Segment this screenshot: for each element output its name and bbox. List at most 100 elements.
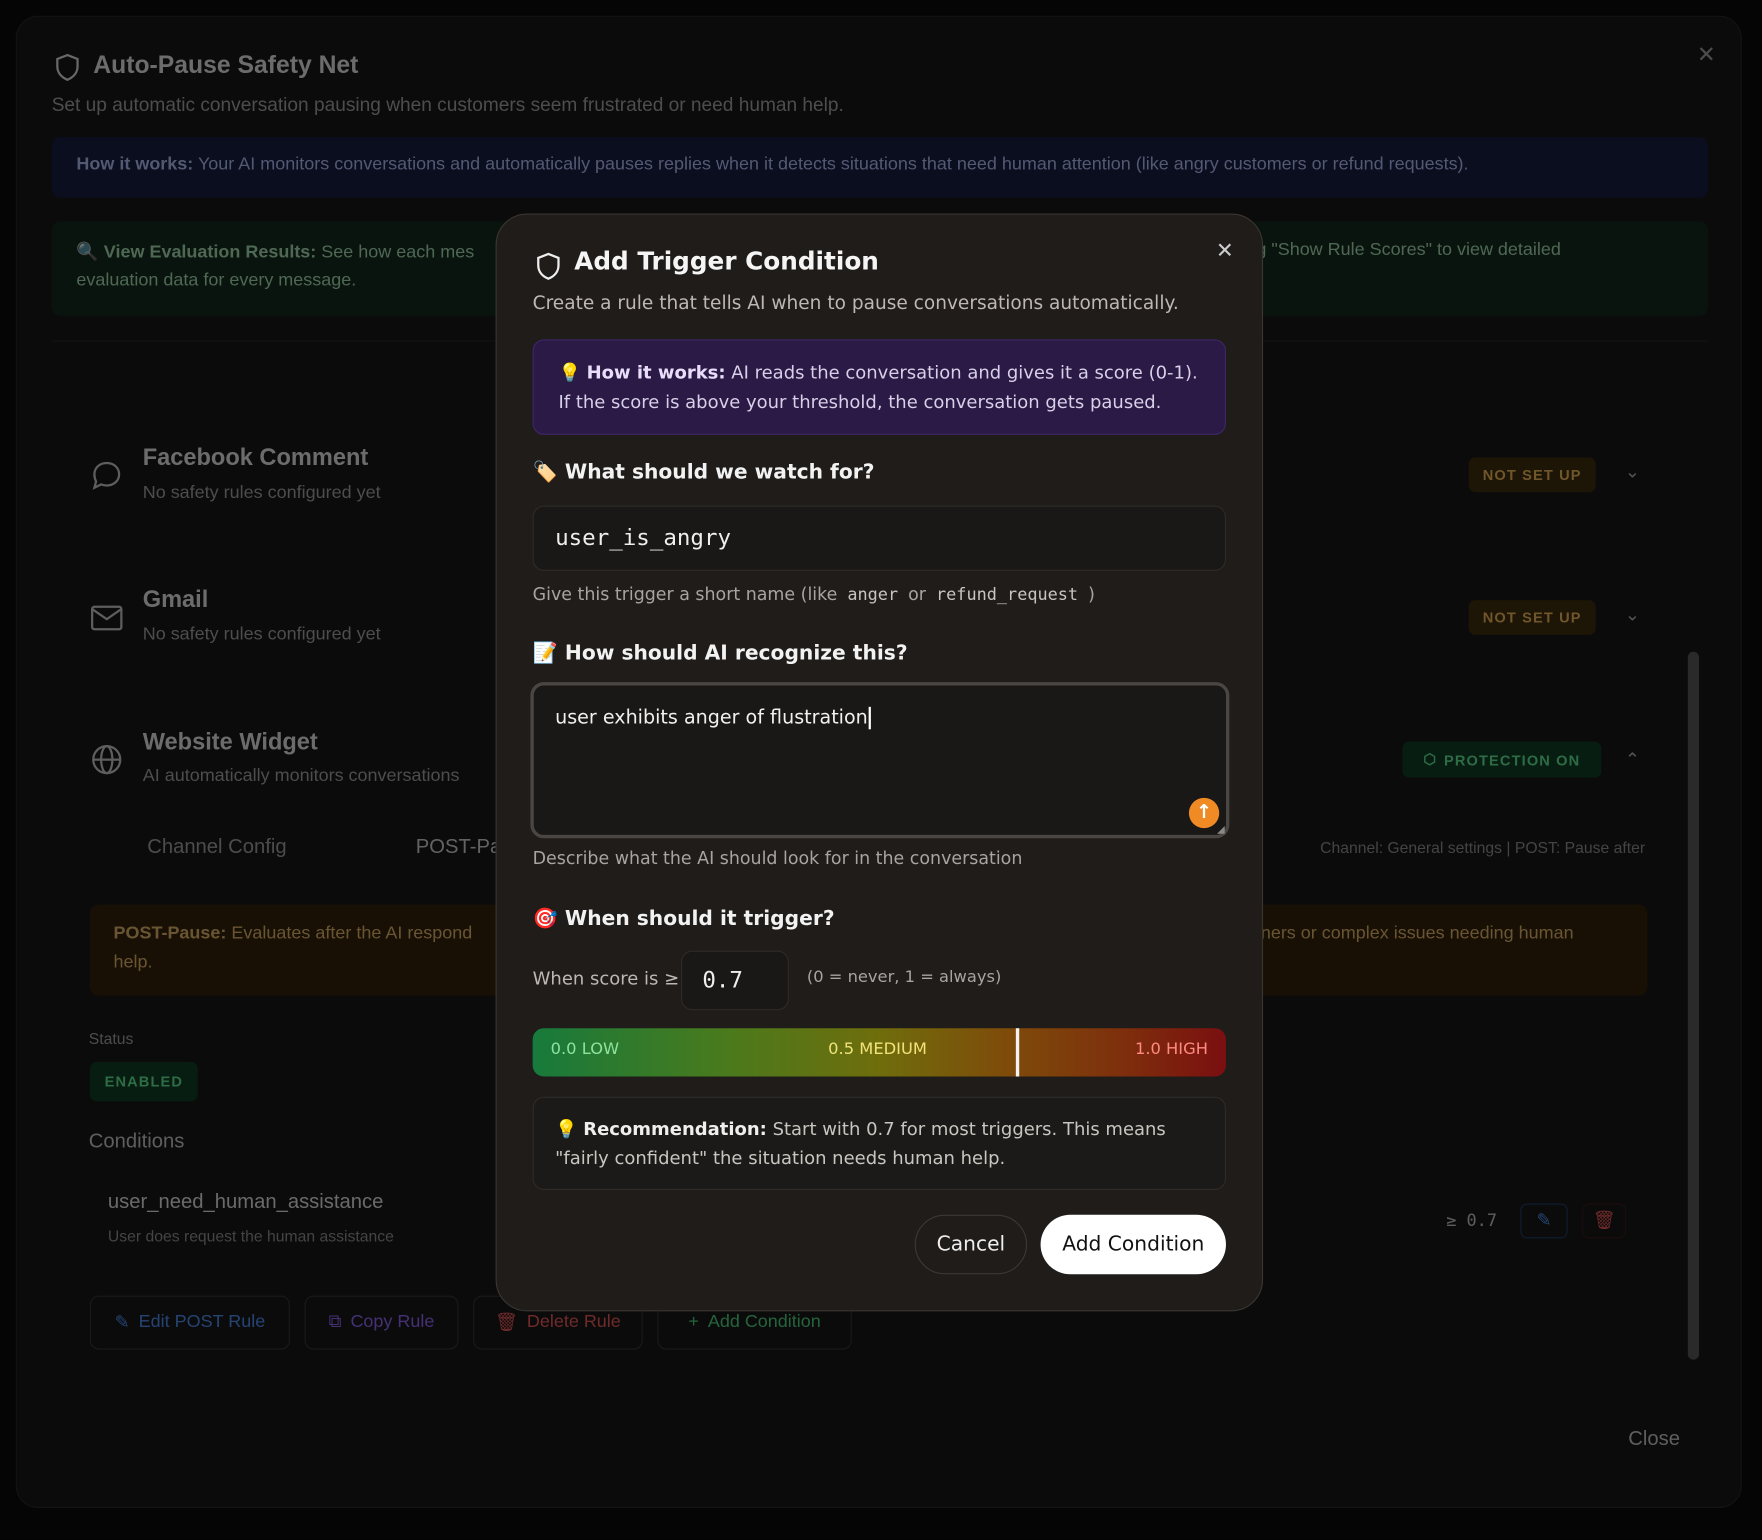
scale-mid-label: 0.5 MEDIUM [828, 1041, 927, 1059]
description-text: user exhibits anger of flustration [555, 707, 868, 729]
enabled-badge: ENABLED [90, 1062, 198, 1101]
status-badge: NOT SET UP [1469, 600, 1596, 635]
tag-icon: 🏷️ [533, 461, 558, 485]
edit-condition-button[interactable]: ✎ [1520, 1204, 1567, 1239]
channel-description: No safety rules configured yet [143, 625, 381, 645]
scale-high-label: 1.0 HIGH [1135, 1041, 1208, 1059]
status-badge: NOT SET UP [1469, 457, 1596, 492]
channel-description: AI automatically monitors conversations [143, 766, 460, 786]
post-pause-text-right: ners or complex issues needing human [1261, 924, 1574, 944]
heading-text: When should it trigger? [565, 907, 835, 931]
copy-icon: ⧉ [329, 1313, 342, 1333]
memo-icon: 📝 [533, 642, 558, 666]
post-pause-label: POST-Pause: [113, 924, 226, 943]
help-text: ) [1088, 584, 1095, 604]
name-heading: 🏷️ What should we watch for? [533, 461, 875, 485]
button-label: Add Condition [708, 1313, 821, 1333]
heading-text: What should we watch for? [565, 461, 875, 485]
close-button[interactable]: Close [1628, 1427, 1680, 1451]
resize-handle-icon[interactable]: ◢ [1217, 825, 1225, 836]
button-label: Edit POST Rule [139, 1313, 266, 1333]
score-hint: (0 = never, 1 = always) [807, 969, 1002, 987]
search-icon: 🔍 [76, 243, 98, 262]
dialog-subtitle: Create a rule that tells AI when to paus… [533, 292, 1179, 313]
help-text: Give this trigger a short name (like [533, 584, 838, 604]
scrollbar-thumb[interactable] [1688, 652, 1699, 1360]
screen: Auto-Pause Safety Net ✕ Set up automatic… [0, 0, 1762, 1539]
description-value: user exhibits anger of flustration [555, 707, 871, 729]
eval-label: View Evaluation Results: [104, 243, 316, 262]
lightbulb-icon: 💡 [555, 1118, 577, 1139]
condition-threshold: ≥ 0.7 [1446, 1210, 1497, 1230]
description-textarea[interactable]: user exhibits anger of flustration ↑ ◢ [530, 682, 1229, 838]
description-help: Describe what the AI should look for in … [533, 848, 1023, 868]
dialog-title: Add Trigger Condition [574, 248, 879, 276]
lightbulb-icon: 💡 [558, 362, 580, 383]
chevron-down-icon[interactable]: ⌄ [1625, 461, 1640, 483]
trash-icon: 🗑 [1593, 1211, 1616, 1230]
score-threshold-input[interactable]: 0.7 [681, 951, 789, 1011]
threshold-marker [1016, 1028, 1019, 1076]
channel-description: No safety rules configured yet [143, 483, 381, 503]
edit-post-rule-button[interactable]: ✎ Edit POST Rule [90, 1296, 290, 1350]
how-it-works-text: Your AI monitors conversations and autom… [198, 155, 1469, 174]
status-text: PROTECTION ON [1444, 751, 1580, 768]
condition-description: User does request the human assistance [108, 1227, 394, 1245]
button-label: Delete Rule [527, 1313, 621, 1333]
button-label: Copy Rule [350, 1313, 434, 1333]
arrow-up-icon[interactable]: ↑ [1189, 798, 1219, 828]
tab-post-pause[interactable]: POST-Pa [416, 835, 501, 859]
plus-icon: + [688, 1313, 698, 1333]
chevron-up-icon[interactable]: ⌃ [1625, 748, 1640, 770]
delete-condition-button[interactable]: 🗑 [1582, 1204, 1626, 1239]
scrollbar[interactable] [1688, 371, 1699, 1382]
conditions-heading: Conditions [89, 1129, 185, 1153]
example-code: anger [843, 584, 903, 604]
how-it-works-box: How it works: Your AI monitors conversat… [52, 137, 1708, 198]
info-label: How it works: [587, 362, 726, 383]
scale-low-label: 0.0 LOW [551, 1041, 620, 1059]
eval-text-right: g "Show Rule Scores" to view detailed [1256, 240, 1561, 260]
condition-name: user_need_human_assistance [108, 1190, 384, 1214]
score-label: When score is ≥ [533, 968, 680, 989]
shield-icon [54, 53, 81, 82]
text-cursor [869, 707, 871, 729]
status-label: Status [89, 1029, 134, 1047]
score-scale-bar: 0.0 LOW 0.5 MEDIUM 1.0 HIGH [533, 1028, 1226, 1076]
shield-icon: ⬡ [1423, 751, 1437, 769]
trash-icon: 🗑 [495, 1311, 518, 1333]
panel-title: Auto-Pause Safety Net [93, 51, 358, 80]
eval-text-line2: evaluation data for every message. [76, 271, 356, 291]
channel-name: Facebook Comment [143, 445, 369, 472]
trigger-name-input[interactable]: user_is_angry [533, 506, 1226, 571]
protection-badge: ⬡ PROTECTION ON [1402, 742, 1601, 778]
rec-label: Recommendation: [583, 1118, 767, 1139]
add-condition-button[interactable]: Add Condition [1041, 1215, 1226, 1275]
trigger-name-value: user_is_angry [555, 524, 731, 551]
chevron-down-icon[interactable]: ⌄ [1625, 603, 1640, 625]
heading-text: How should AI recognize this? [565, 642, 908, 666]
help-text: or [908, 584, 926, 604]
edit-icon: ✎ [115, 1311, 130, 1333]
channel-name: Gmail [143, 587, 209, 614]
panel-close-icon[interactable]: ✕ [1697, 40, 1716, 68]
tab-channel-config[interactable]: Channel Config [147, 835, 286, 859]
comment-icon [90, 458, 124, 492]
channel-name: Website Widget [143, 729, 318, 756]
score-value: 0.7 [702, 966, 743, 993]
add-trigger-condition-dialog: Add Trigger Condition ✕ Create a rule th… [496, 214, 1264, 1312]
how-it-works-info: 💡 How it works: AI reads the conversatio… [533, 339, 1226, 435]
dialog-close-icon[interactable]: ✕ [1216, 238, 1234, 263]
panel-subtitle: Set up automatic conversation pausing wh… [52, 94, 844, 116]
trigger-heading: 🎯 When should it trigger? [533, 907, 835, 931]
cancel-button[interactable]: Cancel [915, 1215, 1027, 1275]
target-icon: 🎯 [533, 907, 558, 931]
tab-summary: Channel: General settings | POST: Pause … [1320, 838, 1645, 856]
description-heading: 📝 How should AI recognize this? [533, 642, 908, 666]
recommendation-box: 💡 Recommendation: Start with 0.7 for mos… [533, 1097, 1226, 1190]
mail-icon [90, 602, 124, 633]
edit-icon: ✎ [1536, 1211, 1551, 1230]
eval-text: See how each mes [321, 243, 474, 262]
how-it-works-label: How it works: [76, 155, 193, 174]
copy-rule-button[interactable]: ⧉ Copy Rule [305, 1296, 459, 1350]
